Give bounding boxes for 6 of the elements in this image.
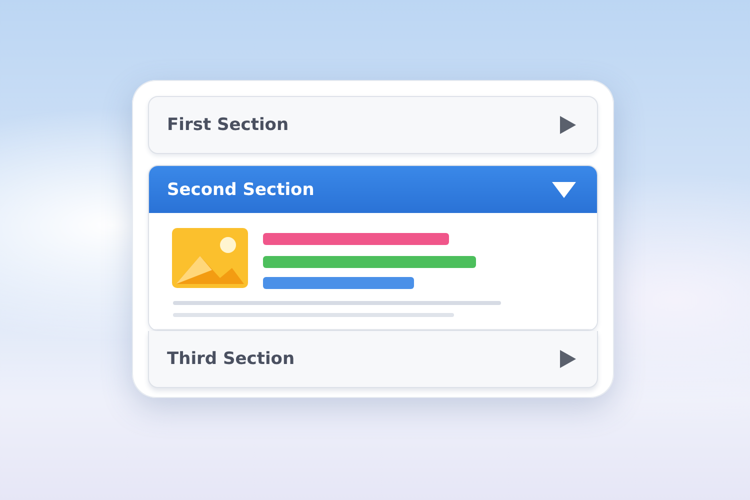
section-header[interactable]: First Section (149, 97, 597, 153)
caret-down-icon (551, 180, 577, 198)
caret-right-icon (559, 115, 577, 135)
section-header[interactable]: Second Section (149, 166, 597, 213)
section-header[interactable]: Third Section (149, 331, 597, 387)
caret-right-icon (559, 349, 577, 369)
